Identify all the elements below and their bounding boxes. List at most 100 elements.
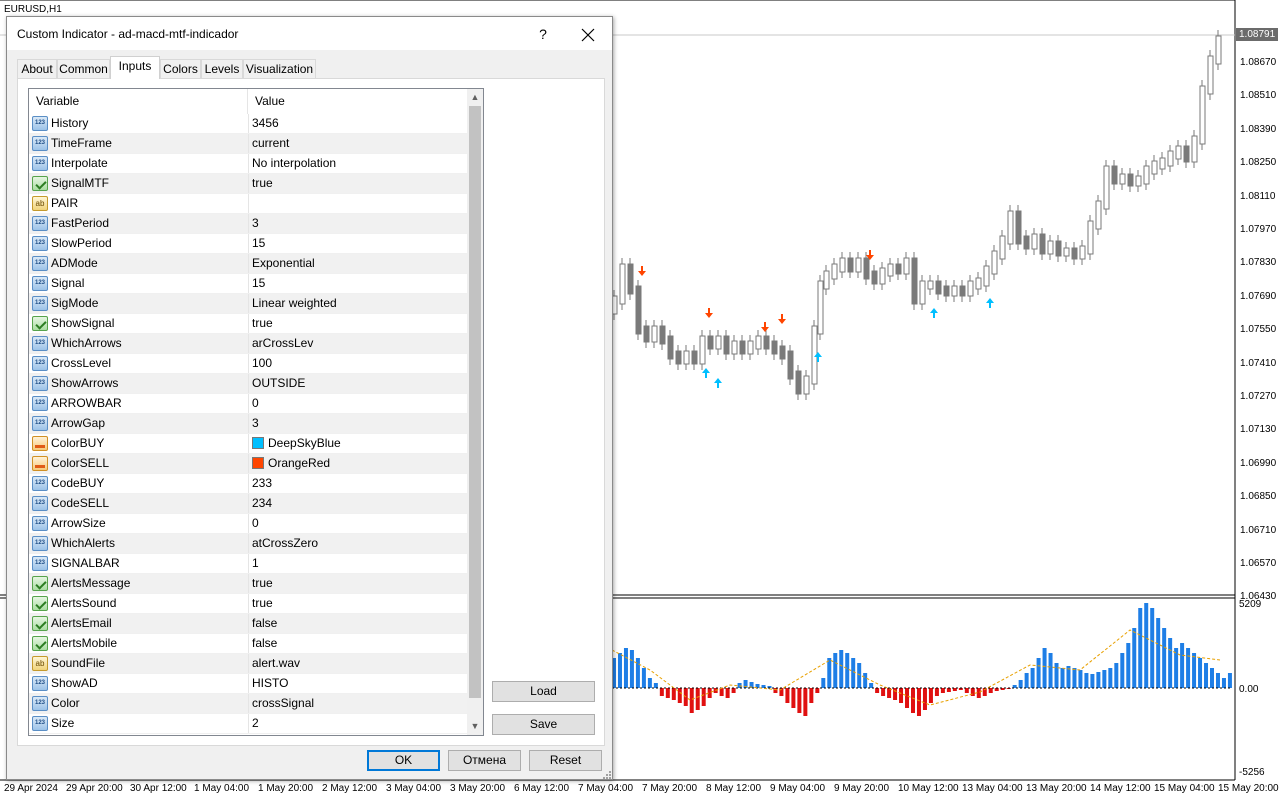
param-value[interactable]: false <box>248 634 467 653</box>
cancel-button[interactable]: Отмена <box>448 750 521 771</box>
header-value[interactable]: Value <box>248 89 467 114</box>
param-row-soundfile[interactable]: SoundFile alert.wav <box>29 654 467 674</box>
param-row-alertssound[interactable]: AlertsSound true <box>29 594 467 614</box>
param-value[interactable]: crossSignal <box>248 694 467 713</box>
param-row-signal[interactable]: Signal 15 <box>29 274 467 294</box>
param-value[interactable]: 3456 <box>248 114 467 133</box>
tab-levels[interactable]: Levels <box>201 59 243 79</box>
param-row-admode[interactable]: ADMode Exponential <box>29 254 467 274</box>
param-value[interactable]: true <box>248 314 467 333</box>
histogram-bar <box>869 683 874 688</box>
param-row-colorsell[interactable]: ColorSELL OrangeRed <box>29 454 467 474</box>
param-row-timeframe[interactable]: TimeFrame current <box>29 134 467 154</box>
time-tick-label: 30 Apr 12:00 <box>130 783 187 794</box>
param-row-colorbuy[interactable]: ColorBUY DeepSkyBlue <box>29 434 467 454</box>
param-value[interactable]: false <box>248 614 467 633</box>
param-value[interactable]: 0 <box>248 394 467 413</box>
param-row-showarrows[interactable]: ShowArrows OUTSIDE <box>29 374 467 394</box>
param-value[interactable]: 100 <box>248 354 467 373</box>
param-row-alertsmessage[interactable]: AlertsMessage true <box>29 574 467 594</box>
tab-visualization[interactable]: Visualization <box>243 59 316 79</box>
param-row-fastperiod[interactable]: FastPeriod 3 <box>29 214 467 234</box>
save-button[interactable]: Save <box>492 714 595 735</box>
param-row-arrowbar[interactable]: ARROWBAR 0 <box>29 394 467 414</box>
scroll-up-icon[interactable]: ▲ <box>467 89 483 106</box>
param-value[interactable]: OrangeRed <box>248 454 467 473</box>
help-button[interactable]: ? <box>523 21 563 47</box>
candle-body <box>999 235 1006 260</box>
param-row-history[interactable]: History 3456 <box>29 114 467 134</box>
param-row-showsignal[interactable]: ShowSignal true <box>29 314 467 334</box>
param-value[interactable]: OUTSIDE <box>248 374 467 393</box>
param-row-alertsmobile[interactable]: AlertsMobile false <box>29 634 467 654</box>
param-value[interactable]: true <box>248 594 467 613</box>
price-tick-label: 1.08670 <box>1240 57 1277 68</box>
param-row-pair[interactable]: PAIR <box>29 194 467 214</box>
histogram-bar <box>1060 668 1065 688</box>
close-button[interactable] <box>567 21 609 47</box>
param-row-slowperiod[interactable]: SlowPeriod 15 <box>29 234 467 254</box>
time-tick-label: 13 May 04:00 <box>962 783 1023 794</box>
histogram-bar <box>617 653 622 688</box>
param-row-whicharrows[interactable]: WhichArrows arCrossLev <box>29 334 467 354</box>
param-value-text: true <box>252 576 273 590</box>
param-value[interactable]: true <box>248 174 467 193</box>
param-value[interactable]: current <box>248 134 467 153</box>
param-value[interactable]: 234 <box>248 494 467 513</box>
tab-inputs[interactable]: Inputs <box>110 56 160 79</box>
time-tick-label: 7 May 20:00 <box>642 783 698 794</box>
header-variable[interactable]: Variable <box>29 89 247 114</box>
param-name: SlowPeriod <box>51 236 112 250</box>
param-value[interactable]: 15 <box>248 274 467 293</box>
dialog-titlebar[interactable]: Custom Indicator - ad-macd-mtf-indicador… <box>7 17 612 50</box>
param-row-codebuy[interactable]: CodeBUY 233 <box>29 474 467 494</box>
param-name: AlertsSound <box>51 596 117 610</box>
tab-colors[interactable]: Colors <box>160 59 201 79</box>
param-row-interpolate[interactable]: Interpolate No interpolation <box>29 154 467 174</box>
param-row-whichalerts[interactable]: WhichAlerts atCrossZero <box>29 534 467 554</box>
param-value[interactable]: DeepSkyBlue <box>248 434 467 453</box>
tab-about[interactable]: About <box>17 59 57 79</box>
param-value-text: false <box>252 616 278 630</box>
param-value[interactable]: 233 <box>248 474 467 493</box>
param-row-crosslevel[interactable]: CrossLevel 100 <box>29 354 467 374</box>
param-row-color[interactable]: Color crossSignal <box>29 694 467 714</box>
param-row-arrowgap[interactable]: ArrowGap 3 <box>29 414 467 434</box>
param-row-sigmode[interactable]: SigMode Linear weighted <box>29 294 467 314</box>
param-row-signalmtf[interactable]: SignalMTF true <box>29 174 467 194</box>
param-value[interactable]: 3 <box>248 414 467 433</box>
param-value[interactable]: arCrossLev <box>248 334 467 353</box>
param-value[interactable]: Linear weighted <box>248 294 467 313</box>
param-row-signalbar[interactable]: SIGNALBAR 1 <box>29 554 467 574</box>
time-tick-label: 7 May 04:00 <box>578 783 634 794</box>
param-row-alertsemail[interactable]: AlertsEmail false <box>29 614 467 634</box>
param-value[interactable]: true <box>248 574 467 593</box>
param-value[interactable]: 1 <box>248 554 467 573</box>
param-value[interactable]: 2 <box>248 714 467 733</box>
param-row-arrowsize[interactable]: ArrowSize 0 <box>29 514 467 534</box>
histogram-bar <box>1186 648 1191 688</box>
ok-button[interactable]: OK <box>367 750 440 771</box>
tab-common[interactable]: Common <box>57 59 110 79</box>
grid-scrollbar[interactable]: ▲ ▼ <box>467 89 483 735</box>
param-value[interactable]: alert.wav <box>248 654 467 673</box>
reset-button[interactable]: Reset <box>529 750 602 771</box>
param-value[interactable] <box>248 194 467 213</box>
scroll-thumb[interactable] <box>469 106 481 698</box>
param-value-text: 15 <box>252 276 266 290</box>
load-button[interactable]: Load <box>492 681 595 702</box>
scroll-down-icon[interactable]: ▼ <box>467 718 483 735</box>
param-value[interactable]: 0 <box>248 514 467 533</box>
param-value[interactable]: Exponential <box>248 254 467 273</box>
param-value[interactable]: No interpolation <box>248 154 467 173</box>
param-value[interactable]: 15 <box>248 234 467 253</box>
param-value[interactable]: HISTO <box>248 674 467 693</box>
candle-body <box>803 375 810 395</box>
param-row-showad[interactable]: ShowAD HISTO <box>29 674 467 694</box>
candle-body <box>1119 173 1126 185</box>
param-value[interactable]: 3 <box>248 214 467 233</box>
param-row-size[interactable]: Size 2 <box>29 714 467 734</box>
param-value[interactable]: atCrossZero <box>248 534 467 553</box>
param-row-codesell[interactable]: CodeSELL 234 <box>29 494 467 514</box>
resize-grip-icon[interactable] <box>601 769 611 779</box>
